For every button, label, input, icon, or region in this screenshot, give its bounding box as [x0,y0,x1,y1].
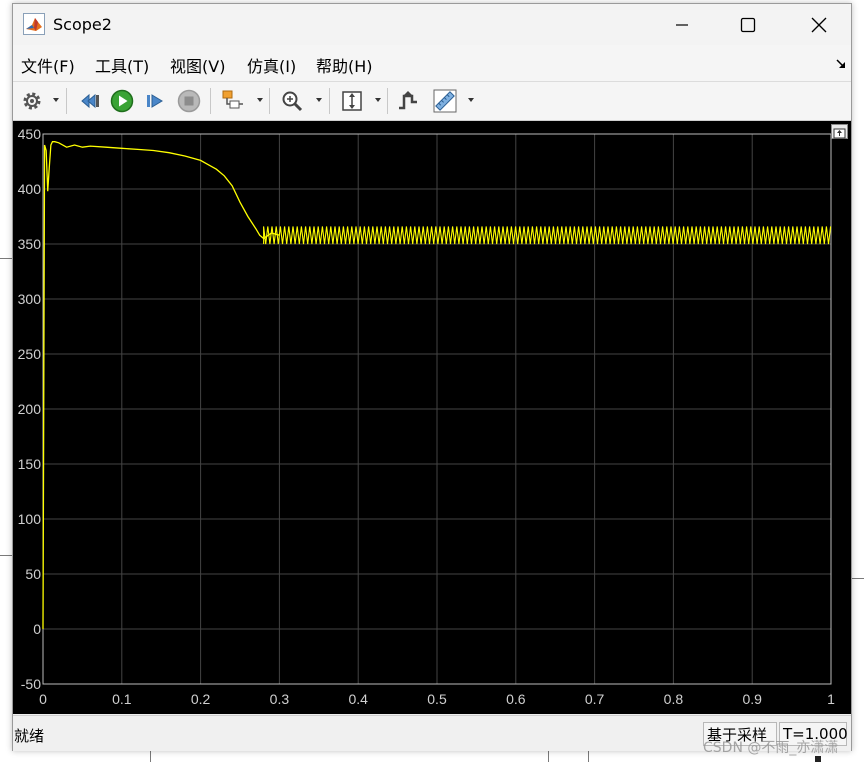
x-tick-label: 1 [827,691,835,707]
grid [42,133,832,685]
step-forward-icon [147,94,163,108]
background-line [852,578,864,579]
undock-button[interactable] [831,124,848,139]
toolbar-separator [66,88,67,114]
minimize-button[interactable] [659,4,705,45]
x-tick-labels: 0 0.1 0.2 0.3 0.4 0.5 0.6 0.7 0.8 0.9 1 [39,691,835,707]
y-tick-label: 400 [18,181,42,197]
background-line [588,751,589,762]
background-line [0,258,12,259]
menu-help[interactable]: 帮助(H) [316,53,373,77]
background-line [150,751,151,762]
toolbar-separator [269,88,270,114]
maximize-icon [740,17,756,32]
y-tick-label: 250 [18,346,42,362]
scale-axes-button[interactable] [339,88,365,114]
x-tick-label: 0 [39,691,47,707]
x-tick-label: 0.8 [664,691,684,707]
settings-button[interactable] [19,88,45,114]
maximize-button[interactable] [725,4,771,45]
x-tick-label: 0.3 [270,691,290,707]
run-icon [110,89,134,113]
menu-file[interactable]: 文件(F) [21,53,75,77]
background-line [0,555,12,556]
x-tick-label: 0.6 [506,691,526,707]
measure-button[interactable] [431,88,459,114]
pin-arrow-icon[interactable] [835,58,847,70]
step-forward-button[interactable] [143,88,169,114]
highlight-block-button[interactable] [219,88,247,114]
matlab-icon [23,13,45,35]
scale-dropdown-icon[interactable] [375,98,381,102]
stop-icon [177,89,201,113]
y-tick-label: 200 [18,401,42,417]
zoom-in-icon [282,91,303,112]
menu-view[interactable]: 视图(V) [170,53,225,77]
step-back-icon [81,93,99,109]
measure-dropdown-icon[interactable] [468,98,474,102]
close-button[interactable] [796,4,842,45]
title-bar[interactable]: Scope2 [13,4,851,45]
stop-button[interactable] [176,88,202,114]
y-tick-label: 350 [18,236,42,252]
run-button[interactable] [109,88,135,114]
signal-oscillation [263,226,832,245]
signal-chart[interactable]: 450400350300250200150100500-50 0 0.1 0.2 0.… [13,121,851,714]
watermark-text: CSDN @不雨_亦潇潇 [703,740,839,756]
toolbar-separator [387,88,388,114]
background-line [548,751,549,762]
zoom-dropdown-icon[interactable] [316,98,322,102]
menu-simulation[interactable]: 仿真(I) [247,53,296,77]
y-tick-label: 0 [33,621,41,637]
signal-series-line [42,141,280,630]
menu-tools[interactable]: 工具(T) [95,53,149,77]
minimize-icon [676,23,688,26]
y-tick-label: 100 [18,511,42,527]
zoom-in-button[interactable] [279,88,305,114]
triggers-button[interactable] [395,88,421,114]
triggers-icon [399,91,417,110]
settings-icon [23,92,41,110]
undock-icon [833,128,846,139]
x-tick-label: 0.2 [191,691,211,707]
settings-dropdown-icon[interactable] [53,98,59,102]
highlight-dropdown-icon[interactable] [257,98,263,102]
toolbar-separator [329,88,330,114]
y-tick-label: 300 [18,291,42,307]
window-title: Scope2 [53,15,112,34]
x-tick-label: 0.7 [585,691,605,707]
status-ready-text: 就绪 [14,727,45,745]
y-tick-label: 50 [25,566,41,582]
highlight-block-icon [222,90,243,109]
measure-icon [433,89,457,113]
x-tick-label: 0.9 [742,691,762,707]
scale-axes-icon [342,91,362,111]
step-back-button[interactable] [77,88,103,114]
toolbar [13,82,851,121]
y-tick-label: -50 [21,676,41,692]
close-icon [811,17,827,32]
x-tick-label: 0.5 [427,691,447,707]
toolbar-separator [210,88,211,114]
scope-window: Scope2 文件(F) 工具(T) 视图(V) 仿真(I) 帮助(H) 450… [12,3,852,751]
y-tick-label: 150 [18,456,42,472]
y-tick-labels: 450 400 350 300 250 200 150 100 50 0 -50 [18,126,42,692]
x-tick-label: 0.1 [112,691,132,707]
x-tick-label: 0.4 [348,691,368,707]
scope-plot-area[interactable]: 450 400 350 300 250 200 150 100 50 0 -50 0 0.1 0.2 0.… [13,121,851,714]
menu-bar: 文件(F) 工具(T) 视图(V) 仿真(I) 帮助(H) [13,45,851,82]
y-tick-label: 450 [18,126,42,142]
